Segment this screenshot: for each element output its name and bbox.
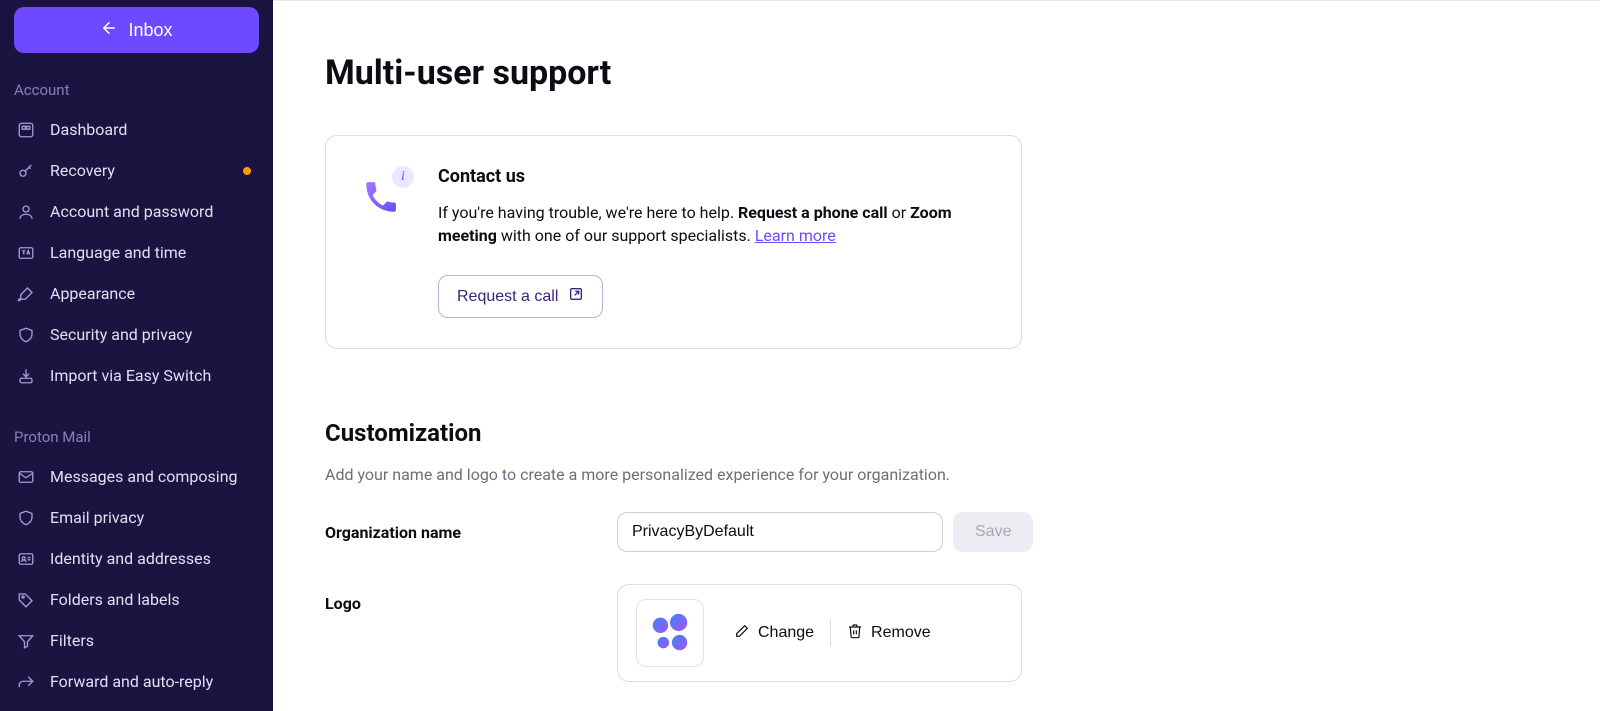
sidebar-item-appearance[interactable]: Appearance xyxy=(14,273,259,314)
trash-icon xyxy=(847,623,863,644)
sidebar-item-account-password[interactable]: Account and password xyxy=(14,191,259,232)
org-name-label: Organization name xyxy=(325,523,617,542)
learn-more-link[interactable]: Learn more xyxy=(755,226,836,245)
sidebar-item-label: Folders and labels xyxy=(50,590,180,609)
sidebar-section-account: Account xyxy=(14,77,259,109)
settings-sidebar: Inbox Account Dashboard Recovery Account… xyxy=(0,0,273,711)
logo-actions: Change Remove xyxy=(724,619,941,648)
shield-icon xyxy=(16,508,36,528)
sidebar-item-label: Messages and composing xyxy=(50,467,238,486)
sidebar-item-label: Email privacy xyxy=(50,508,144,527)
user-icon xyxy=(16,202,36,222)
id-card-icon xyxy=(16,549,36,569)
inbox-back-button[interactable]: Inbox xyxy=(14,7,259,53)
info-icon: i xyxy=(392,166,414,188)
sidebar-item-security-privacy[interactable]: Security and privacy xyxy=(14,314,259,355)
customization-title: Customization xyxy=(325,419,1548,447)
org-name-row: Organization name Save xyxy=(325,512,1548,552)
shield-icon xyxy=(16,325,36,345)
contact-description: If you're having trouble, we're here to … xyxy=(438,201,985,247)
page-title: Multi-user support xyxy=(325,53,1548,93)
sidebar-item-recovery[interactable]: Recovery xyxy=(14,150,259,191)
logo-label: Logo xyxy=(325,584,617,613)
brush-icon xyxy=(16,284,36,304)
logo-preview xyxy=(636,599,704,667)
sidebar-item-messages-composing[interactable]: Messages and composing xyxy=(14,456,259,497)
sidebar-item-import-easy-switch[interactable]: Import via Easy Switch xyxy=(14,355,259,396)
divider xyxy=(830,620,831,646)
org-logo-icon xyxy=(647,610,693,656)
logo-row: Logo xyxy=(325,584,1548,682)
sidebar-item-label: Recovery xyxy=(50,161,115,180)
sidebar-item-forward-autoreply[interactable]: Forward and auto-reply xyxy=(14,661,259,702)
sidebar-item-label: Appearance xyxy=(50,284,135,303)
forward-icon xyxy=(16,672,36,692)
remove-logo-button[interactable]: Remove xyxy=(837,619,941,648)
sidebar-item-label: Identity and addresses xyxy=(50,549,211,568)
main-content: Multi-user support i Contact us xyxy=(273,0,1600,711)
sidebar-item-language-time[interactable]: Language and time xyxy=(14,232,259,273)
remove-logo-label: Remove xyxy=(871,624,931,642)
tag-icon xyxy=(16,590,36,610)
sidebar-section-proton-mail: Proton Mail xyxy=(14,424,259,456)
sidebar-item-dashboard[interactable]: Dashboard xyxy=(14,109,259,150)
sidebar-item-label: Dashboard xyxy=(50,120,127,139)
change-logo-label: Change xyxy=(758,624,814,642)
funnel-icon xyxy=(16,631,36,651)
sidebar-item-email-privacy[interactable]: Email privacy xyxy=(14,497,259,538)
org-name-input[interactable] xyxy=(617,512,943,552)
language-icon xyxy=(16,243,36,263)
dashboard-icon xyxy=(16,120,36,140)
sidebar-item-label: Import via Easy Switch xyxy=(50,366,211,385)
sidebar-item-identity-addresses[interactable]: Identity and addresses xyxy=(14,538,259,579)
change-logo-button[interactable]: Change xyxy=(724,619,824,648)
contact-us-card: i Contact us If you're having trouble, w… xyxy=(325,135,1022,349)
sidebar-item-label: Filters xyxy=(50,631,94,650)
notification-dot-icon xyxy=(243,167,251,175)
envelope-icon xyxy=(16,467,36,487)
external-link-icon xyxy=(568,286,584,307)
sidebar-item-label: Forward and auto-reply xyxy=(50,672,213,691)
pencil-icon xyxy=(734,623,750,644)
arrow-left-icon xyxy=(100,19,118,42)
request-call-button[interactable]: Request a call xyxy=(438,275,603,318)
logo-box: Change Remove xyxy=(617,584,1022,682)
request-call-label: Request a call xyxy=(457,288,558,306)
contact-title: Contact us xyxy=(438,166,985,187)
sidebar-item-label: Language and time xyxy=(50,243,186,262)
sidebar-item-filters[interactable]: Filters xyxy=(14,620,259,661)
save-button[interactable]: Save xyxy=(953,512,1033,552)
sidebar-item-label: Account and password xyxy=(50,202,213,221)
inbox-button-label: Inbox xyxy=(128,20,172,41)
import-icon xyxy=(16,366,36,386)
sidebar-item-folders-labels[interactable]: Folders and labels xyxy=(14,579,259,620)
contact-phone-icon: i xyxy=(362,172,410,220)
customization-desc: Add your name and logo to create a more … xyxy=(325,465,1548,484)
sidebar-item-label: Security and privacy xyxy=(50,325,192,344)
key-icon xyxy=(16,161,36,181)
